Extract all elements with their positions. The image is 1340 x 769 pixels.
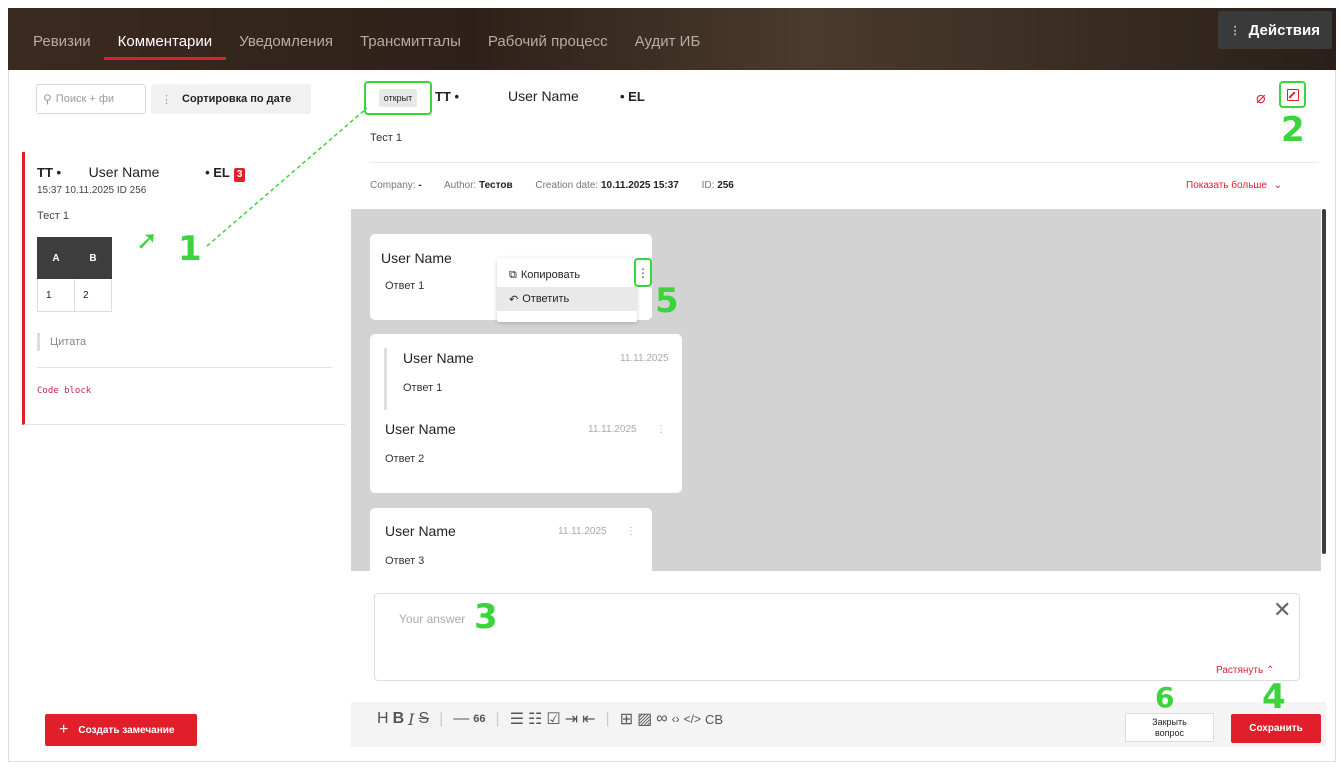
annotation-6: 6 bbox=[1155, 681, 1175, 714]
annotation-5: 5 bbox=[655, 281, 679, 321]
annotation-line bbox=[206, 107, 368, 247]
annotation-1: 1 bbox=[178, 229, 202, 269]
annotation-4: 4 bbox=[1262, 677, 1286, 717]
annotation-2: 2 bbox=[1281, 110, 1305, 150]
cursor-click-icon: ➚ bbox=[136, 226, 158, 256]
annotation-3: 3 bbox=[474, 597, 498, 637]
